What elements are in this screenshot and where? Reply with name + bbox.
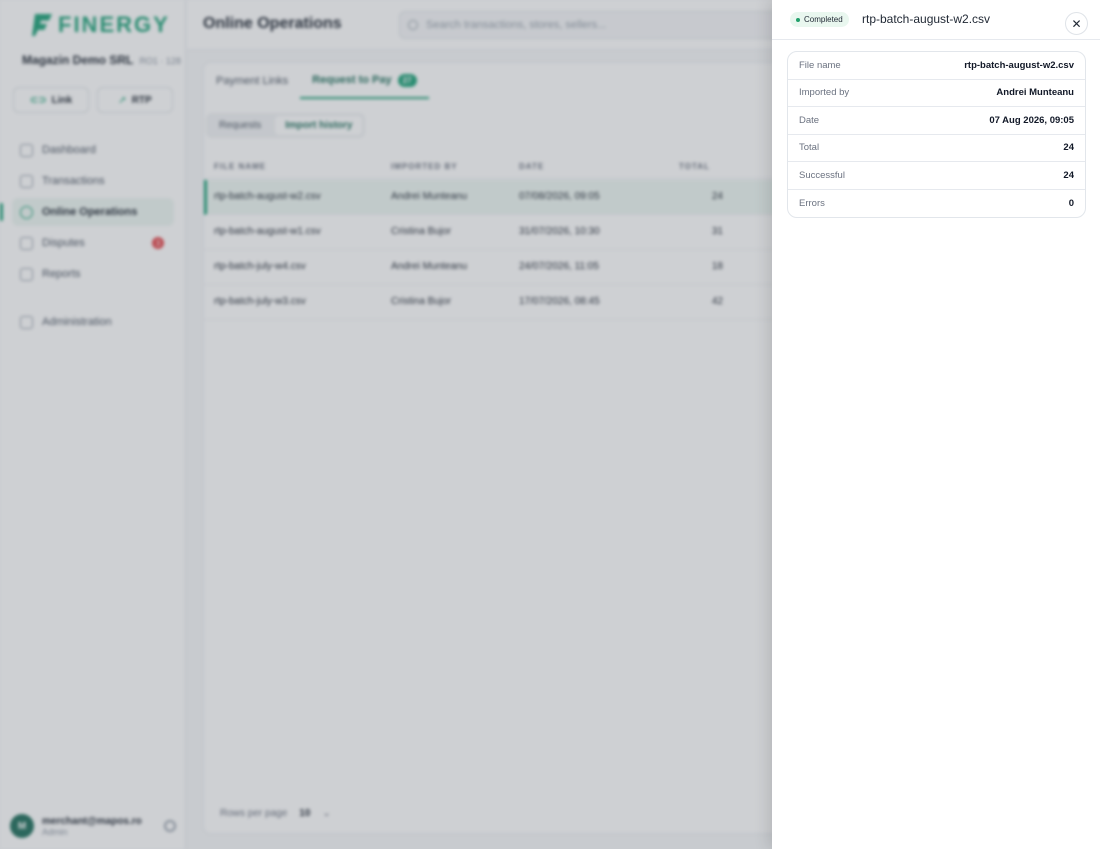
detail-value: Andrei Munteanu xyxy=(996,87,1074,99)
detail-label: Imported by xyxy=(799,87,850,99)
detail-value: rtp-batch-august-w2.csv xyxy=(964,59,1074,71)
detail-row-total: Total 24 xyxy=(788,135,1085,162)
detail-label: Date xyxy=(799,114,820,126)
drawer-title: rtp-batch-august-w2.csv xyxy=(862,12,991,26)
status-badge: Completed xyxy=(790,12,849,27)
detail-row-successful: Successful 24 xyxy=(788,162,1085,190)
detail-label: Errors xyxy=(799,197,825,209)
detail-label: Successful xyxy=(799,169,845,181)
detail-label: File name xyxy=(799,59,841,71)
drawer-header: Completed rtp-batch-august-w2.csv ✕ xyxy=(772,0,1100,40)
detail-label: Total xyxy=(799,142,820,154)
detail-value: 24 xyxy=(1063,169,1074,181)
detail-value: 07 Aug 2026, 09:05 xyxy=(989,114,1074,126)
detail-value: 24 xyxy=(1063,142,1074,154)
detail-row-date: Date 07 Aug 2026, 09:05 xyxy=(788,107,1085,135)
detail-row-imported-by: Imported by Andrei Munteanu xyxy=(788,80,1085,107)
detail-row-file-name: File name rtp-batch-august-w2.csv xyxy=(788,52,1085,80)
close-button[interactable]: ✕ xyxy=(1065,12,1088,35)
details-card: File name rtp-batch-august-w2.csv Import… xyxy=(787,51,1086,218)
detail-row-errors: Errors 0 xyxy=(788,190,1085,218)
close-icon: ✕ xyxy=(1071,16,1082,31)
detail-value: 0 xyxy=(1068,197,1074,209)
import-details-drawer: Completed rtp-batch-august-w2.csv ✕ File… xyxy=(772,0,1100,849)
